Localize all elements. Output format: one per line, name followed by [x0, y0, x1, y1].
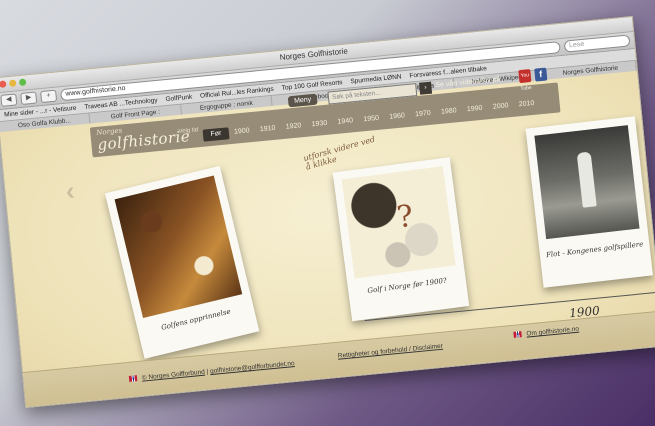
add-tab-icon[interactable]: +: [40, 89, 58, 104]
youtube-icon[interactable]: You Tube: [518, 69, 532, 92]
card-caption: Golf i Norge før 1900?: [366, 276, 448, 296]
timeline-item[interactable]: 1910: [254, 122, 281, 136]
question-mark-icon: ?: [394, 198, 416, 236]
timeline-item[interactable]: 1960: [384, 110, 411, 124]
explore-hint: utforsk videre ved å klikke: [302, 134, 376, 172]
story-card-norway[interactable]: ? Golf i Norge før 1900?: [332, 157, 470, 322]
forward-icon[interactable]: ▶: [20, 91, 38, 105]
golf-balls-photo: ?: [341, 166, 456, 279]
norway-flag-icon: [128, 375, 138, 383]
timeline-item[interactable]: 1950: [358, 112, 385, 126]
story-card-origins[interactable]: Golfens opprinnelse: [104, 165, 260, 359]
golf-tees-photo: [114, 175, 243, 318]
golfer-figure: [576, 151, 597, 208]
card-caption: Flot - Kongenes golfspillere: [545, 240, 644, 260]
timeline-item[interactable]: 1990: [461, 102, 488, 116]
story-card-kings[interactable]: Flot - Kongenes golfspillere: [525, 116, 653, 288]
timeline-item[interactable]: 1970: [410, 107, 437, 121]
timeline-item[interactable]: 1920: [280, 120, 307, 134]
copyright-link[interactable]: © Norges Golfforbund: [142, 369, 206, 382]
site-footer: © Norges Golfforbund | golfhistorie@golf…: [22, 310, 655, 407]
velg-tid-label: Velg tid: [178, 127, 199, 136]
browser-window: Norges Golfhistorie ◀ ▶ + www.golfhistor…: [0, 15, 655, 409]
timeline-item[interactable]: 1900: [228, 125, 255, 139]
footer-right: Om golfhistorie.no: [513, 326, 579, 339]
king-golfer-photo: [534, 125, 640, 240]
menu-button[interactable]: Meny: [287, 93, 318, 108]
timeline-item-for[interactable]: Før: [202, 127, 230, 142]
timeline-item[interactable]: 1940: [332, 115, 359, 129]
footer-left: © Norges Golfforbund | golfhistorie@golf…: [128, 360, 295, 383]
timeline-item[interactable]: 2000: [487, 100, 514, 114]
timeline-item[interactable]: 2010: [513, 97, 540, 111]
timeline-item[interactable]: 1980: [435, 105, 462, 119]
email-link[interactable]: golfhistorie@golfforbundet.no: [210, 360, 295, 375]
norway-flag-icon: [513, 331, 522, 339]
disclaimer-link[interactable]: Rettigheter og forbehold / Disclaimer: [338, 343, 444, 360]
back-icon[interactable]: ◀: [0, 93, 18, 107]
about-link[interactable]: Om golfhistorie.no: [526, 326, 579, 338]
search-go-button[interactable]: ›: [419, 81, 433, 95]
prev-arrow-icon[interactable]: ‹: [64, 175, 76, 207]
timeline-item[interactable]: 1930: [306, 117, 333, 131]
facebook-icon[interactable]: f: [534, 67, 548, 82]
